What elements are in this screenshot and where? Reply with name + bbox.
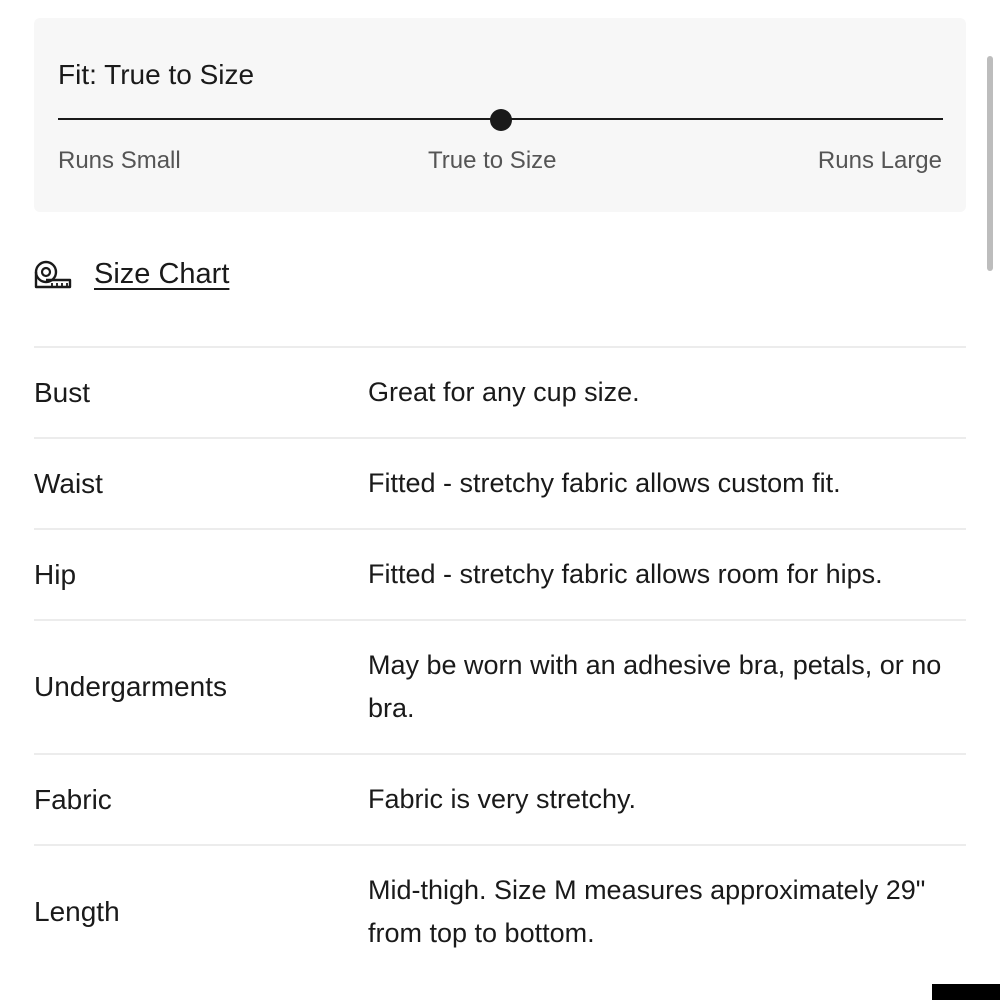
spec-row-bust: Bust Great for any cup size. <box>34 346 966 437</box>
corner-block <box>932 984 1000 1000</box>
spec-value: May be worn with an adhesive bra, petals… <box>368 650 942 723</box>
size-chart-label[interactable]: Size Chart <box>94 258 229 291</box>
spec-value: Great for any cup size. <box>368 377 640 407</box>
spec-name: Length <box>34 896 120 927</box>
fit-label-runs-small: Runs Small <box>58 147 181 174</box>
spec-row-length: Length Mid-thigh. Size M measures approx… <box>34 844 966 978</box>
spec-value: Fitted - stretchy fabric allows custom f… <box>368 468 841 498</box>
spec-name: Undergarments <box>34 671 227 702</box>
fit-details-page: Fit: True to Size Runs Small True to Siz… <box>0 0 1000 1000</box>
size-chart-link[interactable]: Size Chart <box>34 258 229 291</box>
spec-name: Bust <box>34 376 91 408</box>
spec-name: Fabric <box>34 783 112 815</box>
spec-value: Fabric is very stretchy. <box>368 784 637 814</box>
fit-slider-thumb <box>489 109 512 131</box>
spec-row-waist: Waist Fitted - stretchy fabric allows cu… <box>34 437 966 528</box>
scrollbar[interactable] <box>987 56 993 271</box>
spec-value: Fitted - stretchy fabric allows room for… <box>368 559 883 589</box>
spec-row-hip: Hip Fitted - stretchy fabric allows room… <box>34 528 966 619</box>
measuring-tape-icon <box>34 260 72 288</box>
spec-name: Hip <box>34 558 77 590</box>
spec-name: Waist <box>34 467 103 499</box>
spec-value: Mid-thigh. Size M measures approximately… <box>368 875 926 948</box>
spec-row-fabric: Fabric Fabric is very stretchy. <box>34 753 966 844</box>
fit-card: Fit: True to Size Runs Small True to Siz… <box>34 18 966 212</box>
spec-table: Bust Great for any cup size. Waist Fitte… <box>34 346 966 978</box>
spec-row-undergarments: Undergarments May be worn with an adhesi… <box>34 619 966 753</box>
fit-label-runs-large: Runs Large <box>817 147 942 174</box>
fit-label-true-to-size: True to Size <box>428 147 557 174</box>
fit-title: Fit: True to Size <box>58 59 255 90</box>
